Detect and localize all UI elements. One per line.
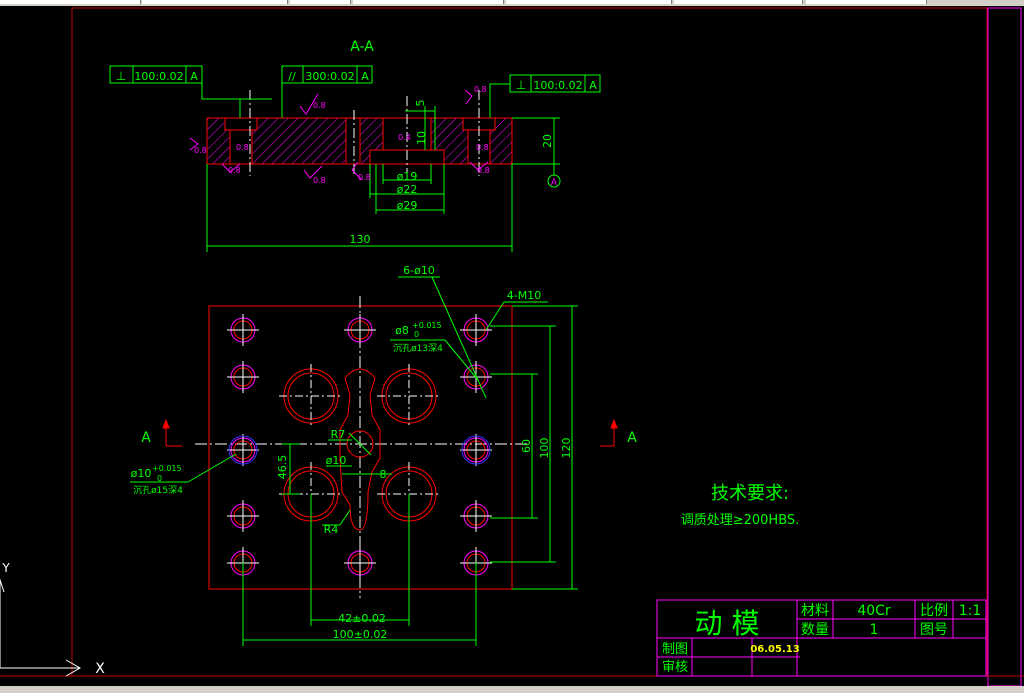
- roughness-text: 0.8: [236, 143, 249, 152]
- dim-d19: ø19: [397, 170, 418, 183]
- section-mark-right: A: [627, 430, 637, 446]
- dim-5: 5: [414, 100, 427, 107]
- dim-8: 8: [380, 468, 387, 481]
- toolbar-field[interactable]: [806, 0, 927, 4]
- notes-line: 调质处理≥200HBS.: [681, 513, 800, 528]
- dim-46-5: 46.5: [276, 455, 289, 480]
- toolbar-field[interactable]: [506, 0, 672, 4]
- roughness-text: 0.8: [474, 85, 487, 94]
- pin-label-main: ø8: [395, 324, 409, 337]
- left-hole-main: ø10: [131, 467, 152, 480]
- roughness-text: 0.8: [477, 166, 490, 175]
- dim-130: 130: [350, 233, 371, 246]
- ucs-y-label: Y: [1, 561, 10, 575]
- roughness-text: 0.8: [194, 146, 207, 155]
- tolerance-value-mid: 300:0.02: [305, 70, 354, 83]
- drawing-no-label: 图号: [920, 622, 948, 638]
- status-bar: [0, 686, 1024, 693]
- pin-label-note: 沉孔ø13深4: [393, 343, 443, 354]
- label-r7: R7: [331, 428, 346, 441]
- toolbar-field[interactable]: [290, 0, 351, 4]
- scale-label: 比例: [920, 603, 948, 619]
- cad-drawing-canvas[interactable]: A-A ⊥ 100:0.02 A // 300:0.02 A ⊥ 100:0.0…: [0, 6, 1024, 686]
- left-hole-tol-lower: 0: [157, 474, 162, 483]
- perp-symbol-right: ⊥: [516, 78, 526, 92]
- section-arrow-right: [600, 418, 618, 447]
- ucs-icon: [0, 578, 82, 677]
- dim-60: 60: [520, 439, 533, 453]
- label-r4: R4: [324, 523, 339, 536]
- roughness-text: 0.4: [398, 133, 411, 142]
- left-hole-tol-upper: +0.015: [152, 464, 182, 473]
- dim-42: 42±0.02: [338, 612, 386, 625]
- qty-label: 数量: [801, 622, 829, 638]
- tolerance-datum-left: A: [190, 70, 198, 83]
- dim-120: 120: [560, 438, 573, 459]
- drawn-date: 06.05.13: [750, 644, 799, 655]
- dim-100-02: 100±0.02: [333, 628, 388, 641]
- dim-20: 20: [541, 134, 554, 148]
- dim-d22: ø22: [397, 183, 418, 196]
- check-label: 审核: [662, 660, 688, 675]
- tolerance-value-right: 100:0.02: [533, 79, 582, 92]
- qty-value: 1: [870, 622, 879, 638]
- pin-label-tol-upper: +0.015: [412, 321, 442, 330]
- thread-label: 4-M10: [507, 289, 541, 302]
- plan-dimensions: [130, 276, 578, 646]
- tolerance-datum-mid: A: [361, 70, 369, 83]
- material-value: 40Cr: [857, 603, 891, 619]
- dim-10: 10: [415, 131, 428, 145]
- parallel-symbol: //: [288, 70, 296, 83]
- roughness-text: 0.8: [313, 176, 326, 185]
- material-label: 材料: [801, 603, 829, 619]
- part-name: 动 模: [695, 607, 760, 640]
- dim-d29: ø29: [397, 199, 418, 212]
- dim-100: 100: [538, 438, 551, 459]
- roughness-text: 0.8: [358, 173, 371, 182]
- roughness-text: 0.8: [476, 143, 489, 152]
- toolbar-field[interactable]: [353, 0, 504, 4]
- perp-symbol-left: ⊥: [116, 69, 126, 83]
- section-title: A-A: [350, 39, 374, 55]
- section-mark-left: A: [141, 430, 151, 446]
- tolerance-datum-right: A: [589, 79, 597, 92]
- left-hole-note: 沉孔ø15深4: [133, 485, 183, 496]
- section-arrow-left: [162, 418, 182, 447]
- scale-value: 1:1: [959, 603, 982, 619]
- toolbar-field[interactable]: [674, 0, 803, 4]
- toolbar-field[interactable]: [142, 0, 288, 4]
- pin-label-tol-lower: 0: [414, 330, 419, 339]
- outer-border: [987, 7, 1022, 686]
- ucs-x-label: X: [95, 661, 105, 677]
- tolerance-value-left: 100:0.02: [134, 70, 183, 83]
- holes-label: 6-ø10: [403, 264, 435, 277]
- toolbar-field[interactable]: [0, 0, 141, 4]
- roughness-text: 0.8: [313, 101, 326, 110]
- drawn-label: 制图: [662, 642, 688, 657]
- notes-title: 技术要求:: [711, 483, 789, 504]
- roughness-text: 0.8: [228, 166, 241, 175]
- datum-label: A: [551, 178, 558, 188]
- label-d10: ø10: [326, 454, 347, 467]
